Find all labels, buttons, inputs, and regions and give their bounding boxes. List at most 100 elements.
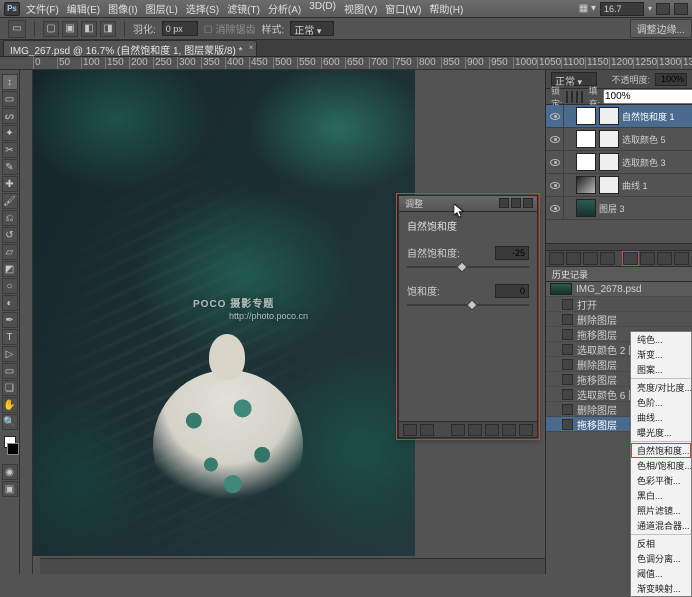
icon-strip-btn[interactable] (583, 252, 598, 265)
gradient-tool[interactable]: ◩ (2, 261, 18, 277)
adj-menu-item[interactable]: 自然饱和度... (631, 443, 691, 458)
move-tool[interactable]: ↕ (2, 74, 18, 90)
adj-menu-item[interactable]: 反相 (631, 536, 691, 551)
layer-row[interactable]: 曲线 1 (546, 174, 692, 197)
history-source[interactable]: IMG_2678.psd (546, 282, 692, 297)
adj-menu-item[interactable]: 图案... (631, 362, 691, 377)
menu-item[interactable]: 图层(L) (142, 0, 182, 18)
adj-menu-item[interactable]: 渐变... (631, 347, 691, 362)
layers-list[interactable]: 自然饱和度 1选取颜色 5选取颜色 3曲线 1图层 3 (546, 105, 692, 243)
fill-field[interactable] (603, 89, 692, 104)
opacity-field[interactable] (655, 73, 687, 86)
feather-field[interactable] (162, 21, 198, 36)
history-tab-header[interactable]: 历史记录 (546, 267, 692, 282)
quickmask-toggle[interactable]: ◉ (2, 464, 18, 480)
menu-item[interactable]: 3D(D) (305, 0, 340, 18)
icon-strip-btn[interactable] (566, 252, 581, 265)
screenmode-toggle[interactable]: ▣ (2, 481, 18, 497)
panel-collapse-icon[interactable] (499, 198, 509, 208)
adj-value-field[interactable] (495, 246, 529, 260)
document-tab[interactable]: IMG_267.psd @ 16.7% (自然饱和度 1, 图层蒙版/8) * … (3, 40, 257, 56)
adj-slider[interactable] (407, 263, 529, 271)
lock-all-icon[interactable] (581, 91, 583, 103)
adj-foot-btn[interactable] (468, 424, 482, 436)
zoom-field[interactable] (600, 2, 644, 16)
layer-visibility-toggle[interactable] (546, 174, 564, 196)
layer-visibility-toggle[interactable] (546, 128, 564, 150)
adj-foot-btn[interactable] (420, 424, 434, 436)
blur-tool[interactable]: ○ (2, 278, 18, 294)
pen-tool[interactable]: ✒ (2, 312, 18, 328)
adj-menu-item[interactable]: 色彩平衡... (631, 473, 691, 488)
layer-visibility-toggle[interactable] (546, 151, 564, 173)
adj-reset-icon[interactable] (502, 424, 516, 436)
adj-menu-item[interactable]: 通道混合器... (631, 518, 691, 533)
menu-item[interactable]: 编辑(E) (63, 0, 104, 18)
new-adjustment-layer-icon[interactable] (623, 252, 638, 265)
adj-foot-btn[interactable] (451, 424, 465, 436)
adj-slider[interactable] (407, 301, 529, 309)
eyedropper-tool[interactable]: ✎ (2, 159, 18, 175)
menu-item[interactable]: 窗口(W) (381, 0, 425, 18)
style-dropdown[interactable]: 正常 ▾ (290, 21, 334, 36)
close-icon[interactable]: × (249, 43, 254, 52)
lock-pixels-icon[interactable] (571, 91, 573, 103)
layer-row[interactable]: 选取颜色 3 (546, 151, 692, 174)
shape-tool[interactable]: ▭ (2, 363, 18, 379)
lock-trans-icon[interactable] (566, 91, 568, 103)
menu-item[interactable]: 文件(F) (22, 0, 63, 18)
layer-row[interactable]: 选取颜色 5 (546, 128, 692, 151)
menu-item[interactable]: 分析(A) (264, 0, 305, 18)
crop-tool[interactable]: ✂ (2, 142, 18, 158)
icon-strip-btn[interactable] (549, 252, 564, 265)
eraser-tool[interactable]: ▱ (2, 244, 18, 260)
antialias-checkbox[interactable]: ☐ 消除锯齿 (204, 21, 256, 36)
panel-menu-icon[interactable] (511, 198, 521, 208)
marquee-tool-icon[interactable]: ▭ (8, 20, 26, 38)
brush-tool[interactable]: 🖌 (2, 193, 18, 209)
menu-item[interactable]: 视图(V) (340, 0, 381, 18)
refine-edge-button[interactable]: 调整边缘... (630, 19, 692, 38)
adj-menu-item[interactable]: 纯色... (631, 332, 691, 347)
panel-close-icon[interactable] (523, 198, 533, 208)
adj-menu-item[interactable]: 曝光度... (631, 425, 691, 440)
layer-visibility-toggle[interactable] (546, 197, 564, 219)
layer-row[interactable]: 自然饱和度 1 (546, 105, 692, 128)
adj-foot-btn[interactable] (485, 424, 499, 436)
adjustments-panel-tab[interactable]: 调整 (399, 196, 537, 212)
dodge-tool[interactable]: ◐ (2, 295, 18, 311)
adj-menu-item[interactable]: 色阶... (631, 395, 691, 410)
adjustments-panel[interactable]: 调整 自然饱和度 自然饱和度:饱和度: (398, 195, 538, 438)
menu-item[interactable]: 图像(I) (104, 0, 141, 18)
text-tool[interactable]: T (2, 329, 18, 345)
marquee-tool[interactable]: ▭ (2, 91, 18, 107)
zoom-tool[interactable]: 🔍 (2, 414, 18, 430)
workspace-dd-icon[interactable]: ▦ ▾ (579, 3, 596, 14)
icon-strip-btn[interactable] (640, 252, 655, 265)
adj-foot-btn[interactable] (403, 424, 417, 436)
history-step[interactable]: 打开 (546, 297, 692, 312)
history-step[interactable]: 删除图层 (546, 312, 692, 327)
lock-pos-icon[interactable] (576, 91, 578, 103)
selection-mode-group[interactable]: ▢ ▣ ◧ ◨ (43, 21, 116, 37)
max-button[interactable] (674, 3, 688, 15)
menu-item[interactable]: 帮助(H) (425, 0, 467, 18)
zoom-dropdown-icon[interactable]: ▾ (648, 4, 652, 13)
adj-menu-item[interactable]: 照片滤镜... (631, 503, 691, 518)
icon-strip-btn[interactable] (600, 252, 615, 265)
adjustment-layer-menu[interactable]: 纯色...渐变...图案... 亮度/对比度...色阶...曲线...曝光度...… (630, 331, 692, 597)
adj-menu-item[interactable]: 色调分离... (631, 551, 691, 566)
hand-tool[interactable]: ✋ (2, 397, 18, 413)
adj-value-field[interactable] (495, 284, 529, 298)
adj-menu-item[interactable]: 渐变映射... (631, 581, 691, 596)
icon-strip-btn[interactable] (674, 252, 689, 265)
menu-item[interactable]: 滤镜(T) (223, 0, 264, 18)
adj-menu-item[interactable]: 亮度/对比度... (631, 380, 691, 395)
background-swatch[interactable] (7, 443, 19, 455)
menu-item[interactable]: 选择(S) (182, 0, 223, 18)
min-button[interactable] (656, 3, 670, 15)
adj-menu-item[interactable]: 色相/饱和度... (631, 458, 691, 473)
3d-tool[interactable]: ❏ (2, 380, 18, 396)
adj-menu-item[interactable]: 曲线... (631, 410, 691, 425)
lasso-tool[interactable]: ᔕ (2, 108, 18, 124)
